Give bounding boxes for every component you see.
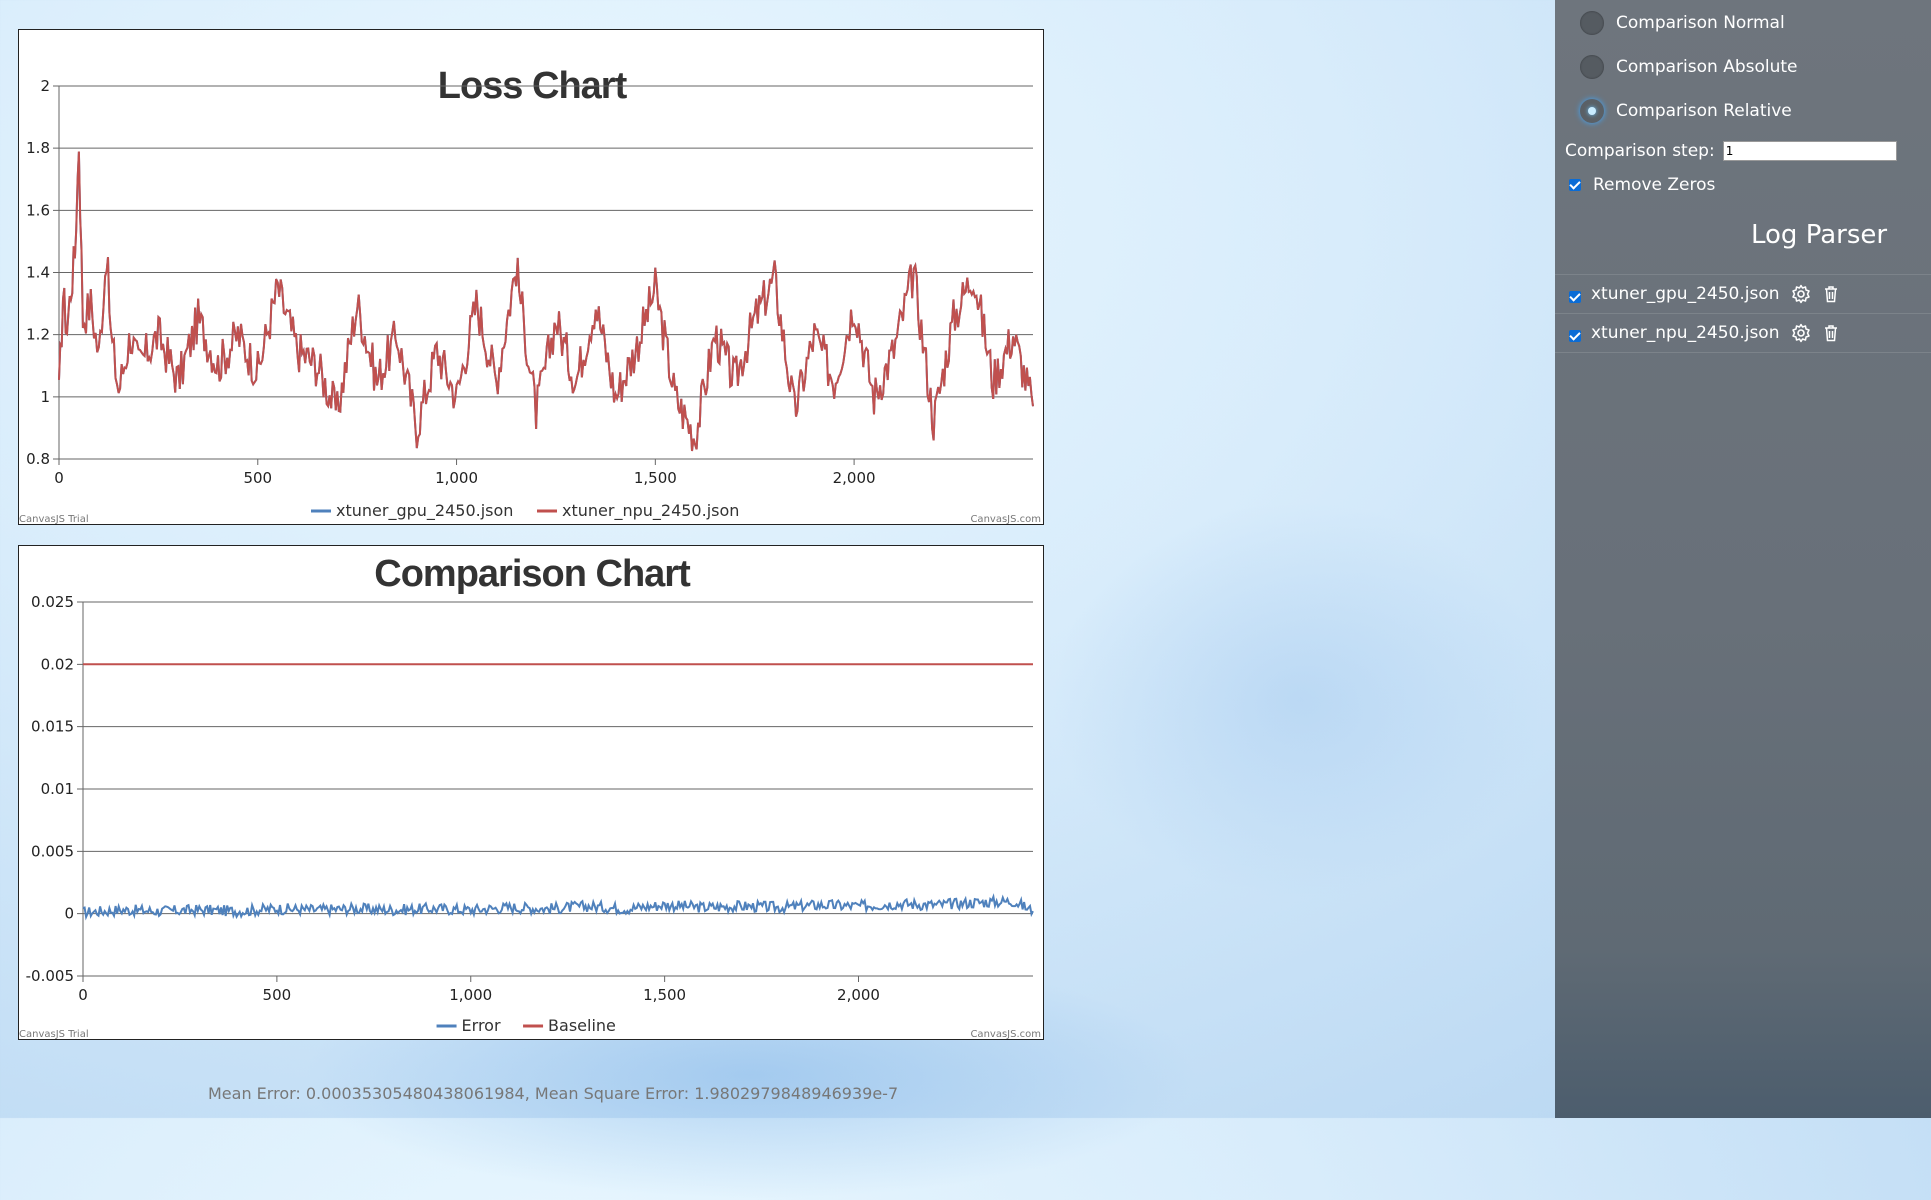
y-tick-label: 1.8 (26, 139, 50, 157)
file-item: xtuner_gpu_2450.json (1555, 274, 1931, 313)
comparison-step-input[interactable] (1722, 141, 1897, 161)
loss-chart-svg: Loss Chart 0.811.21.41.61.820 500 1,000 1,5… (19, 65, 1041, 525)
radio-label: Comparison Absolute (1616, 57, 1798, 77)
y-tick-label: -0.005 (26, 967, 74, 985)
series-line-xtuner_gpu_2450.json[interactable] (58, 151, 1034, 452)
legend-item[interactable]: Error (462, 1016, 501, 1035)
y-tick-label: 1.2 (26, 326, 50, 344)
remove-zeros-label: Remove Zeros (1593, 175, 1716, 195)
radio-button[interactable] (1580, 55, 1604, 79)
legend-item[interactable]: xtuner_gpu_2450.json (336, 501, 513, 521)
y-tick-label: 0.025 (31, 593, 74, 611)
x-tick-label: 2,000 (837, 986, 880, 1004)
series-line-xtuner_npu_2450.json[interactable] (58, 151, 1034, 452)
file-checkbox[interactable] (1569, 330, 1581, 342)
x-tick-label: 500 (263, 986, 292, 1004)
remove-zeros-checkbox[interactable] (1569, 179, 1581, 191)
gear-icon[interactable] (1790, 283, 1812, 305)
y-tick-label: 0.015 (31, 718, 74, 736)
comparison-chart[interactable]: Comparison Chart -0.005 0 0.005 0.01 0.015 0.… (18, 545, 1044, 1040)
file-name: xtuner_gpu_2450.json (1591, 284, 1780, 304)
loss-chart[interactable]: Loss Chart 0.8 1 1.2 1.4 1.6 1.8 2 0 500 1,000 1,5… (18, 29, 1044, 525)
radio-label: Comparison Normal (1616, 13, 1785, 33)
file-checkbox[interactable] (1569, 291, 1581, 303)
canvasjs-trial-credit: CanvasJS Trial (19, 514, 89, 525)
radio-label: Comparison Relative (1616, 101, 1792, 121)
legend-item[interactable]: xtuner_npu_2450.json (562, 501, 739, 521)
log-parser-title: Log Parser (1751, 220, 1888, 250)
y-tick-label: 0.8 (26, 450, 50, 468)
x-tick-label: 1,500 (643, 986, 686, 1004)
x-tick-label: 1,000 (435, 469, 478, 487)
chart-title: Comparison Chart (374, 553, 691, 595)
radio-button-checked[interactable] (1580, 99, 1604, 123)
x-tick-label: 2,000 (833, 469, 876, 487)
canvasjs-credit-link[interactable]: CanvasJS.com (970, 514, 1041, 525)
y-tick-label: 0.005 (31, 842, 74, 860)
remove-zeros-row[interactable]: Remove Zeros (1569, 175, 1715, 195)
trash-icon[interactable] (1820, 283, 1842, 305)
y-tick-label: 2 (40, 77, 50, 95)
y-tick-label: 0.02 (41, 655, 74, 673)
gear-icon[interactable] (1790, 322, 1812, 344)
comparison-step-row: Comparison step: (1565, 141, 1897, 161)
background-cloud (1050, 500, 1550, 900)
x-tick-label: 500 (243, 469, 272, 487)
radio-comparison-absolute[interactable]: Comparison Absolute (1580, 53, 1798, 81)
comparison-step-label: Comparison step: (1565, 141, 1715, 161)
x-tick-label: 1,000 (449, 986, 492, 1004)
x-tick-label: 0 (54, 469, 64, 487)
x-tick-label: 1,500 (634, 469, 677, 487)
file-name: xtuner_npu_2450.json (1591, 323, 1780, 343)
y-tick-label: 1.4 (26, 264, 50, 282)
y-tick-label: 1.6 (26, 201, 50, 219)
y-tick-label: 0.01 (41, 780, 74, 798)
error-stats: Mean Error: 0.00035305480438061984, Mean… (208, 1084, 899, 1103)
radio-button[interactable] (1580, 11, 1604, 35)
sidebar: Comparison Normal Comparison Absolute Co… (1555, 0, 1931, 1118)
comparison-chart-svg: Comparison Chart -0.00500.0050.010.0150.… (19, 553, 1041, 1040)
canvasjs-trial-credit: CanvasJS Trial (19, 1029, 89, 1040)
trash-icon[interactable] (1820, 322, 1842, 344)
canvasjs-credit-link[interactable]: CanvasJS.com (970, 1029, 1041, 1040)
legend-item[interactable]: Baseline (548, 1016, 616, 1035)
x-tick-label: 0 (78, 986, 88, 1004)
y-tick-label: 0 (64, 905, 74, 923)
radio-comparison-relative[interactable]: Comparison Relative (1580, 97, 1792, 125)
y-tick-label: 1 (40, 388, 50, 406)
radio-comparison-normal[interactable]: Comparison Normal (1580, 9, 1785, 37)
file-item: xtuner_npu_2450.json (1555, 313, 1931, 353)
